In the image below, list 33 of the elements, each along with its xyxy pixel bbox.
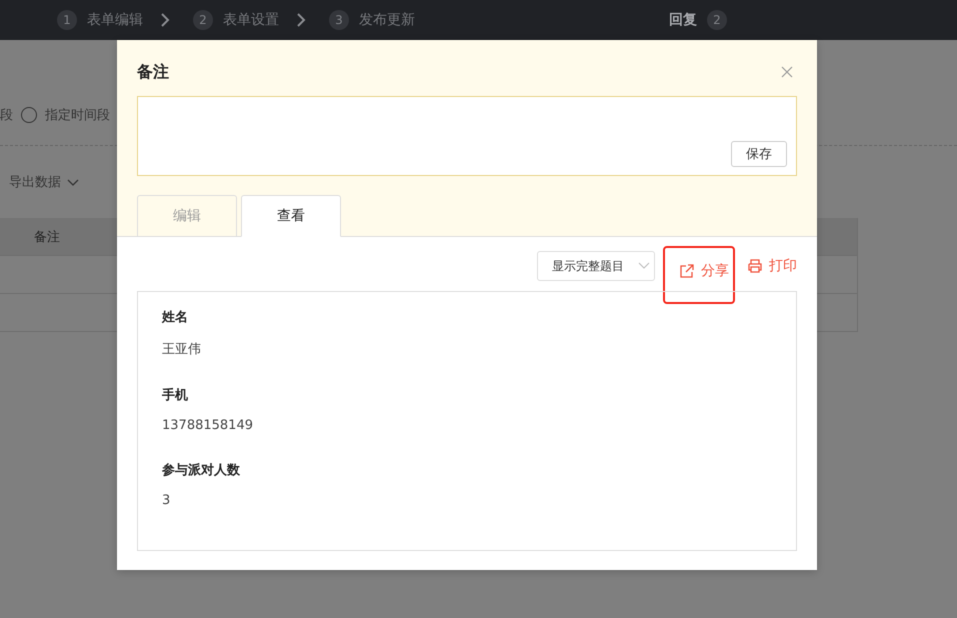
- radio-label: 指定时间段: [45, 107, 110, 124]
- field-label: 手机: [162, 386, 189, 404]
- chevron-down-icon: [638, 262, 650, 270]
- range-option-label: 段: [0, 107, 13, 124]
- tab[interactable]: 查看: [241, 195, 341, 237]
- step-label[interactable]: 表单编辑: [87, 11, 143, 29]
- step-number: 1: [57, 10, 77, 30]
- step-label[interactable]: 发布更新: [359, 11, 415, 29]
- dialog-title: 备注: [137, 62, 169, 82]
- note-field[interactable]: 保存: [137, 96, 797, 176]
- reply-count: 2: [707, 10, 727, 30]
- printer-icon: [747, 258, 763, 274]
- table-header: 备注: [33, 228, 61, 246]
- share-button[interactable]: 分享: [679, 256, 729, 286]
- step-label[interactable]: 表单设置: [223, 11, 279, 29]
- print-button[interactable]: 打印: [737, 251, 807, 281]
- share-icon: [679, 263, 695, 279]
- field-label: 姓名: [162, 309, 189, 326]
- chevron-right-icon: [295, 13, 307, 27]
- tab[interactable]: 编辑: [137, 195, 237, 237]
- chevron-right-icon: [159, 13, 171, 27]
- display-select[interactable]: 显示完整题目: [537, 251, 655, 281]
- field-value: 王亚伟: [162, 341, 202, 358]
- reply-label[interactable]: 回复: [669, 11, 697, 29]
- close-icon[interactable]: [781, 66, 793, 78]
- save-button[interactable]: 保存: [731, 141, 787, 167]
- step-number: 3: [329, 10, 349, 30]
- step-number: 2: [193, 10, 213, 30]
- field-value: 13788158149: [162, 418, 254, 433]
- field-value: 3: [162, 493, 172, 508]
- radio-button[interactable]: [21, 107, 37, 123]
- field-label: 参与派对人数: [162, 462, 241, 479]
- export-data-dropdown[interactable]: 导出数据: [9, 173, 61, 191]
